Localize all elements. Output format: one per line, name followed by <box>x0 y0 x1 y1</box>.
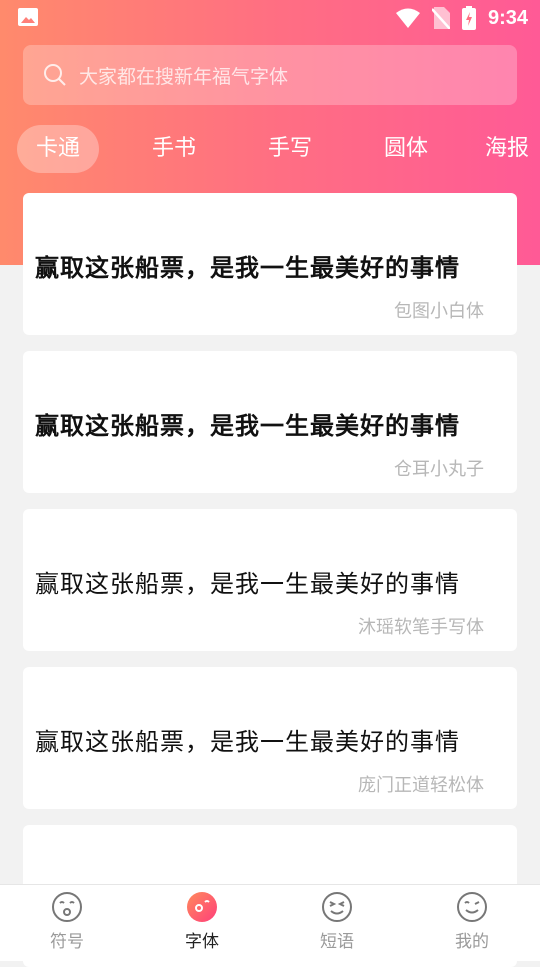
font-sample: 赢取这张船票，是我一生最美好的事情 <box>35 728 460 756</box>
tab-handwriting[interactable]: 手写 <box>253 125 327 173</box>
search-bar[interactable]: 大家都在搜新年福气字体 <box>23 45 517 105</box>
nav-fonts[interactable]: 字体 <box>162 891 242 952</box>
wifi-icon <box>395 8 420 28</box>
tab-handbook[interactable]: 手书 <box>137 125 211 173</box>
font-name: 沐瑶软笔手写体 <box>358 617 484 638</box>
tab-round[interactable]: 圆体 <box>369 125 443 173</box>
nav-label: 字体 <box>185 932 219 952</box>
bottom-nav: 符号 字体 短语 我的 <box>0 884 540 961</box>
tab-cartoon[interactable]: 卡通 <box>17 125 99 173</box>
font-card[interactable]: 赢取这张船票，是我一生最美好的事情 庞门正道轻松体 <box>23 667 517 809</box>
face-icon <box>52 892 82 922</box>
no-sim-icon <box>431 7 450 29</box>
font-card[interactable]: 赢取这张船票，是我一生最美好的事情 仓耳小丸子 <box>23 351 517 493</box>
font-card[interactable]: 赢取这张船票，是我一生最美好的事情 包图小白体 <box>23 193 517 335</box>
nav-phrases[interactable]: 短语 <box>297 891 377 952</box>
smile-icon <box>322 892 352 922</box>
category-tabs: 卡通 手书 手写 圆体 海报 <box>17 125 540 173</box>
gallery-icon <box>18 8 38 26</box>
search-icon <box>44 64 66 86</box>
search-placeholder: 大家都在搜新年福气字体 <box>79 65 289 88</box>
font-face-icon <box>187 892 217 922</box>
nav-label: 短语 <box>320 932 354 952</box>
clock: 9:34 <box>487 6 528 29</box>
nav-label: 符号 <box>50 932 84 952</box>
nav-symbols[interactable]: 符号 <box>27 891 107 952</box>
wink-icon <box>457 892 487 922</box>
nav-label: 我的 <box>455 932 489 952</box>
font-sample: 赢取这张船票，是我一生最美好的事情 <box>35 254 460 282</box>
nav-profile[interactable]: 我的 <box>432 891 512 952</box>
font-sample: 赢取这张船票，是我一生最美好的事情 <box>35 412 460 440</box>
font-name: 包图小白体 <box>394 301 484 322</box>
tab-poster[interactable]: 海报 <box>485 125 540 173</box>
font-sample: 赢取这张船票，是我一生最美好的事情 <box>35 570 460 598</box>
font-card[interactable]: 赢取这张船票，是我一生最美好的事情 沐瑶软笔手写体 <box>23 509 517 651</box>
battery-icon <box>461 6 476 30</box>
status-bar: 9:34 <box>0 0 540 38</box>
font-name: 庞门正道轻松体 <box>358 775 484 796</box>
font-name: 仓耳小丸子 <box>394 459 484 480</box>
